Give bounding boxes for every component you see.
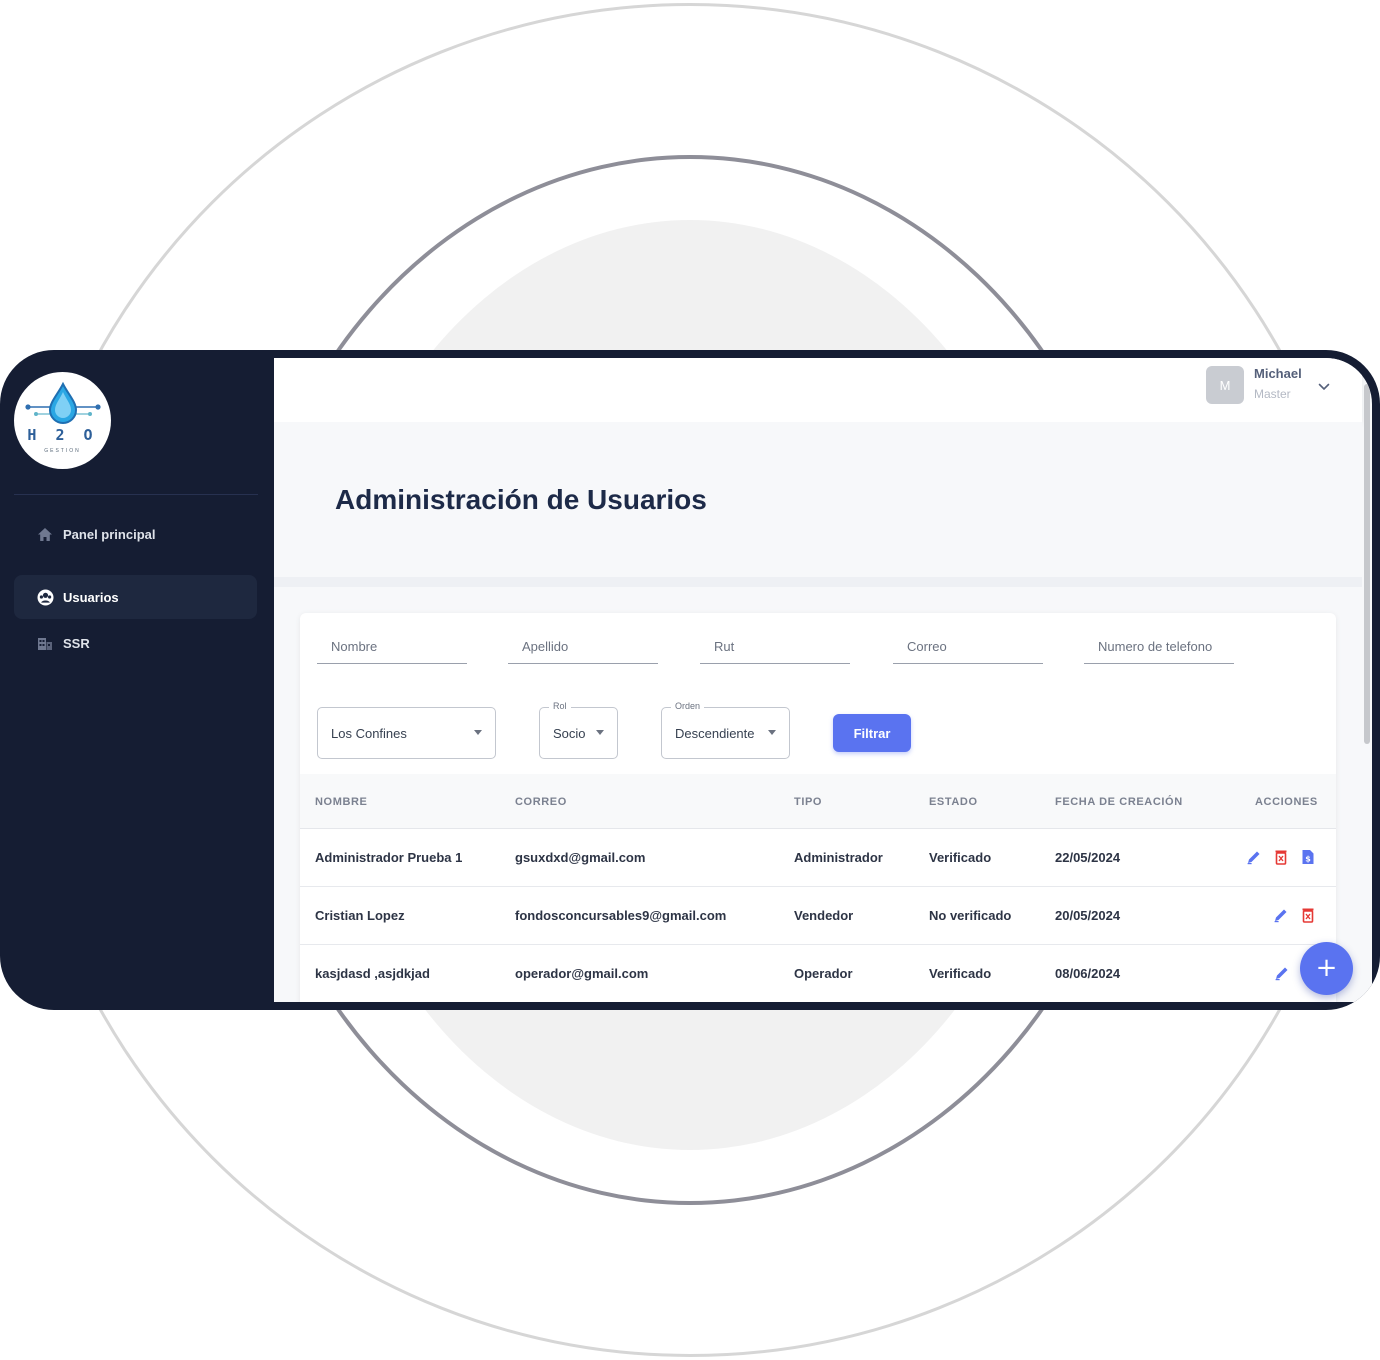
users-table: NOMBRE CORREO TIPO ESTADO FECHA DE CREAC…	[300, 774, 1336, 1002]
cell-correo: fondosconcursables9@gmail.com	[515, 908, 727, 923]
sidebar-item-ssr[interactable]: SSR	[14, 621, 257, 665]
cell-estado: No verificado	[929, 908, 1012, 923]
page-title: Administración de Usuarios	[335, 484, 707, 515]
edit-icon[interactable]	[1272, 906, 1289, 923]
cell-tipo: Administrador	[794, 850, 883, 865]
table-row[interactable]: Administrador Prueba 1 gsuxdxd@gmail.com…	[300, 829, 1336, 887]
main-screen: M Michael Master Administración de Usuar…	[274, 358, 1372, 1002]
nombre-field[interactable]	[317, 633, 467, 664]
cell-fecha: 20/05/2024	[1055, 908, 1121, 923]
add-user-button[interactable]: +	[1300, 942, 1353, 995]
document-icon[interactable]: $	[1299, 848, 1316, 865]
column-header-nombre[interactable]: NOMBRE	[315, 796, 368, 808]
rut-input[interactable]	[700, 633, 850, 654]
water-drop-icon	[25, 381, 101, 424]
filter-button[interactable]: Filtrar	[833, 714, 911, 752]
brand-logo[interactable]: H 2 O GESTION	[14, 372, 111, 469]
logo-text: H 2 O	[27, 426, 98, 444]
cell-tipo: Operador	[794, 966, 853, 981]
sidebar-item-panel-principal[interactable]: Panel principal	[14, 512, 257, 556]
vertical-scrollbar[interactable]	[1364, 384, 1370, 744]
sidebar-item-usuarios[interactable]: Usuarios	[14, 575, 257, 619]
cell-nombre: Cristian Lopez	[315, 908, 405, 923]
orden-label: Orden	[671, 701, 705, 711]
logo-subtext: GESTION	[44, 448, 81, 454]
row-actions	[1272, 906, 1316, 923]
nombre-input[interactable]	[317, 633, 467, 654]
sidebar-divider	[14, 494, 258, 495]
column-header-estado[interactable]: ESTADO	[929, 796, 978, 808]
user-name[interactable]: Michael	[1254, 366, 1302, 381]
ssr-select[interactable]: Los Confines	[317, 707, 496, 759]
table-row[interactable]: kasjdasd ,asjdkjad operador@gmail.com Op…	[300, 945, 1336, 1002]
building-icon	[36, 634, 54, 652]
column-header-tipo[interactable]: TIPO	[794, 796, 822, 808]
rol-select[interactable]: Rol Socio	[539, 701, 618, 759]
rol-label: Rol	[549, 701, 571, 711]
sidebar: H 2 O GESTION Panel principal Usuarios S…	[0, 350, 274, 1010]
cell-tipo: Vendedor	[794, 908, 854, 923]
chevron-down-icon[interactable]	[1318, 378, 1330, 396]
cell-nombre: kasjdasd ,asjdkjad	[315, 966, 430, 981]
table-row[interactable]: Cristian Lopez fondosconcursables9@gmail…	[300, 887, 1336, 945]
orden-select-value: Descendiente	[675, 725, 755, 741]
home-icon	[36, 525, 54, 543]
edit-icon[interactable]	[1245, 848, 1262, 865]
edit-icon[interactable]	[1273, 964, 1290, 981]
column-header-fecha[interactable]: FECHA DE CREACIÓN	[1055, 796, 1183, 808]
correo-field[interactable]	[893, 633, 1043, 664]
caret-down-icon	[474, 730, 482, 735]
column-header-correo[interactable]: CORREO	[515, 796, 567, 808]
row-actions	[1273, 964, 1290, 981]
cell-fecha: 22/05/2024	[1055, 850, 1121, 865]
sidebar-item-label: SSR	[63, 635, 90, 651]
device-frame: H 2 O GESTION Panel principal Usuarios S…	[0, 350, 1380, 1010]
caret-down-icon	[768, 730, 776, 735]
telefono-field[interactable]	[1084, 633, 1234, 664]
cell-correo: gsuxdxd@gmail.com	[515, 850, 646, 865]
cell-nombre: Administrador Prueba 1	[315, 850, 463, 865]
band-divider	[274, 577, 1362, 587]
cell-correo: operador@gmail.com	[515, 966, 649, 981]
row-actions: $	[1245, 848, 1316, 865]
avatar[interactable]: M	[1206, 366, 1244, 404]
delete-icon[interactable]	[1272, 848, 1289, 865]
telefono-input[interactable]	[1084, 633, 1234, 654]
cell-estado: Verificado	[929, 966, 992, 981]
correo-input[interactable]	[893, 633, 1043, 654]
cell-fecha: 08/06/2024	[1055, 966, 1121, 981]
apellido-field[interactable]	[508, 633, 658, 664]
delete-icon[interactable]	[1299, 906, 1316, 923]
table-header: NOMBRE CORREO TIPO ESTADO FECHA DE CREAC…	[300, 774, 1336, 829]
sidebar-item-label: Usuarios	[63, 589, 119, 605]
sidebar-item-label: Panel principal	[63, 526, 156, 542]
caret-down-icon	[596, 730, 604, 735]
ssr-select-value: Los Confines	[331, 725, 407, 741]
top-header: M Michael Master	[274, 358, 1362, 422]
orden-select[interactable]: Orden Descendiente	[661, 701, 790, 759]
svg-text:$: $	[1305, 854, 1311, 863]
rol-select-value: Socio	[553, 725, 586, 741]
users-card: Los Confines Rol Socio Orden Descendient…	[300, 613, 1336, 1002]
cell-estado: Verificado	[929, 850, 992, 865]
users-icon	[36, 588, 54, 606]
user-role: Master	[1254, 387, 1291, 401]
column-header-acciones: ACCIONES	[1255, 796, 1318, 808]
apellido-input[interactable]	[508, 633, 658, 654]
rut-field[interactable]	[700, 633, 850, 664]
